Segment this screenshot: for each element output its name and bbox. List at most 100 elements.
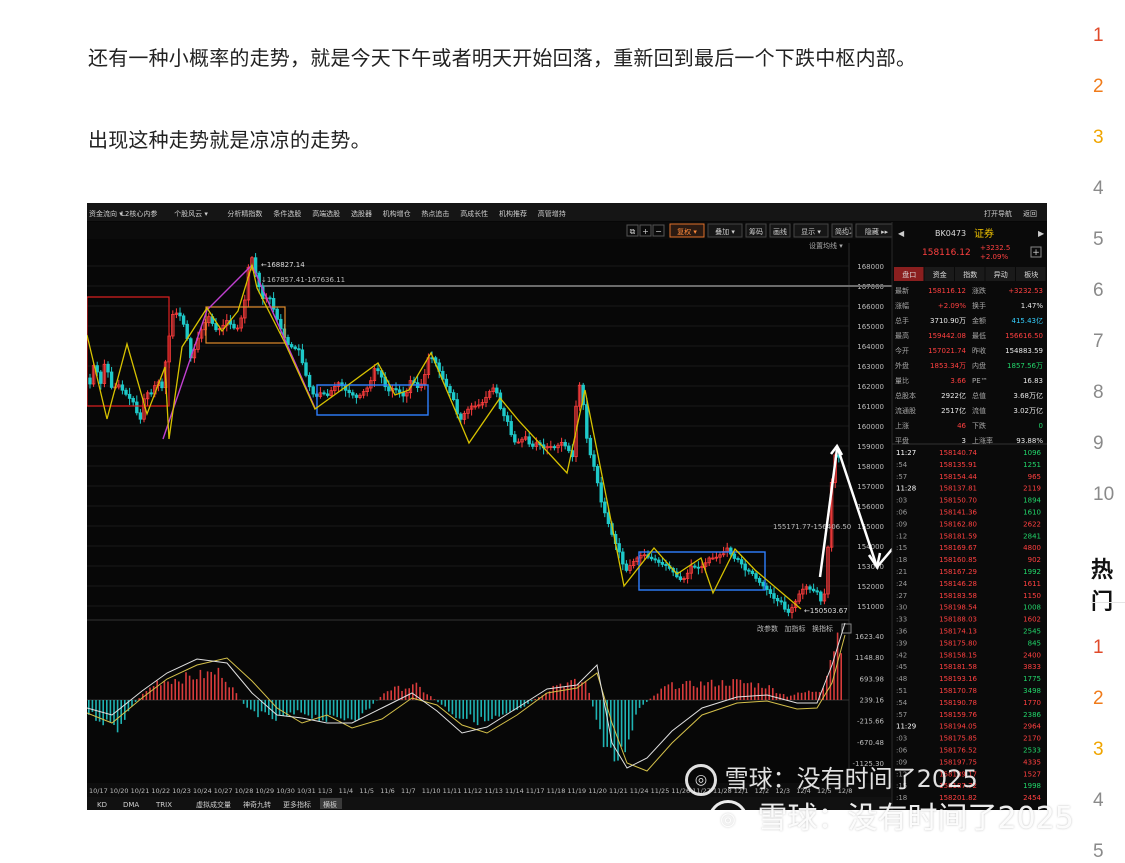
x-tick-label: 11/6 [380,787,395,795]
macd-bar [311,700,313,719]
toolbar-item-flow[interactable]: 资金流向 ▾ [89,209,123,218]
toolbar-item-5[interactable]: 选股器 [351,209,372,218]
macd-bar [804,692,806,700]
open-nav-button[interactable]: 打开导航 [984,209,1012,218]
toolbar-item-4[interactable]: 高端选股 [312,209,340,218]
tick-volume: 1992 [1023,568,1041,576]
macd-bar [491,700,493,719]
indicator-button-0[interactable]: 改参数 [757,624,778,633]
x-tick-label: 11/24 [630,787,649,795]
candle-body [751,571,754,573]
rank-number-8: 8 [1093,382,1104,404]
tick-price: 158140.74 [939,449,977,457]
toolbar-item-8[interactable]: 高成长性 [460,209,488,218]
macd-bar [786,697,788,700]
macd-bar [682,684,684,700]
toolbar-item-9[interactable]: 机构推荐 [499,209,527,218]
macd-bar [711,680,713,700]
bottom-tab-0[interactable]: KD [97,801,107,809]
bottom-tab-2[interactable]: TRIX [155,801,172,809]
x-tick-label: 10/20 [110,787,129,795]
macd-bar [671,682,673,700]
macd-bar [624,700,626,752]
set-ma-button[interactable]: 设置均线 ▾ [809,241,843,250]
macd-bar [700,681,702,700]
candle-body [348,390,351,392]
candle-body [125,390,128,394]
x-tick-label: 11/3 [318,787,333,795]
indicator-button-1[interactable]: 加指标 [785,624,806,633]
tick-price: 158181.59 [939,532,977,540]
macd-bar [484,700,486,721]
tick-price: 158160.85 [939,556,977,564]
macd-bar [315,700,317,715]
macd-bar [448,700,450,712]
indicator-button-2[interactable]: 换指标 [812,624,833,633]
candle-body [596,466,599,482]
candle-body [179,313,182,316]
hot-rank-number-5: 5 [1093,841,1104,863]
toolbar-item-7[interactable]: 热点追击 [421,209,449,218]
macd-bar [351,700,353,719]
macd-bar [567,682,569,700]
candle-body [622,552,625,564]
macd-bar [434,699,436,700]
candle-body [233,324,236,328]
x-tick-label: 10/22 [151,787,170,795]
tick-volume: 2533 [1023,747,1041,755]
candle-body [294,347,297,349]
tick-volume: 3498 [1023,687,1041,695]
tick-price: 158188.03 [939,616,977,624]
chart-button-label-4: 显示 ▾ [801,228,821,236]
stat-label: 最新 [895,286,909,295]
next-stock-icon[interactable]: ▶ [1038,229,1045,238]
macd-bar [297,700,299,710]
candle-body [388,387,391,391]
stat-value: +2.09% [938,302,966,310]
toolbar-item-1[interactable]: 个股风云 ▾ [174,210,208,218]
stat-value: 0 [1039,422,1043,430]
bottom-tab-1[interactable]: DMA [123,801,139,809]
candle-body [658,560,661,562]
candle-body [150,393,153,394]
tick-price: 158198.54 [939,604,977,612]
y-tick-label: 166000 [857,303,884,311]
macd-tick-label: -670.48 [857,739,884,747]
tick-time: :54 [896,699,908,707]
y-tick-label: 151000 [857,603,884,611]
macd-bar [452,700,454,714]
tick-volume: 845 [1028,639,1041,647]
prev-stock-icon[interactable]: ◀ [898,229,905,238]
stat-value: 3710.90万 [930,317,966,325]
back-button[interactable]: 返回 [1023,210,1037,218]
fullscreen-icon[interactable]: ⛶ [844,226,852,237]
chart-tool-glyph-0: ⧉ [630,227,636,236]
macd-bar [218,668,220,700]
toolbar-item-10[interactable]: 高管增持 [538,209,566,218]
bottom-tab-3[interactable]: 虚拟成交量 [196,800,231,809]
macd-bar [790,696,792,700]
candle-body [514,435,517,442]
candle-body [305,363,308,376]
macd-bar [160,685,162,700]
toolbar-item-3[interactable]: 条件选股 [273,209,301,218]
tick-volume: 1775 [1023,675,1041,683]
toolbar-item-6[interactable]: 机构增仓 [383,209,411,218]
macd-bar [531,700,533,701]
bottom-tab-4[interactable]: 神奇九转 [243,800,271,809]
candle-body [326,394,329,396]
watermark-line-2: ◎ 雪球：没有时间了2025 [708,793,1074,840]
candle-body [496,388,499,393]
toolbar-item-0[interactable]: L2核心内参 [121,209,157,218]
bottom-tab-6[interactable]: 横板 [323,800,337,809]
tick-price: 158194.05 [939,723,977,731]
bottom-tab-5[interactable]: 更多指标 [283,800,311,809]
stat-label: 昨收 [972,346,986,355]
macd-bar [513,700,515,711]
macd-bar [333,700,335,716]
toolbar-item-2[interactable]: 分析精指数 [227,209,262,218]
macd-bar [182,684,184,700]
macd-bar [732,679,734,700]
macd-bar [534,699,536,700]
candle-body [748,570,751,571]
